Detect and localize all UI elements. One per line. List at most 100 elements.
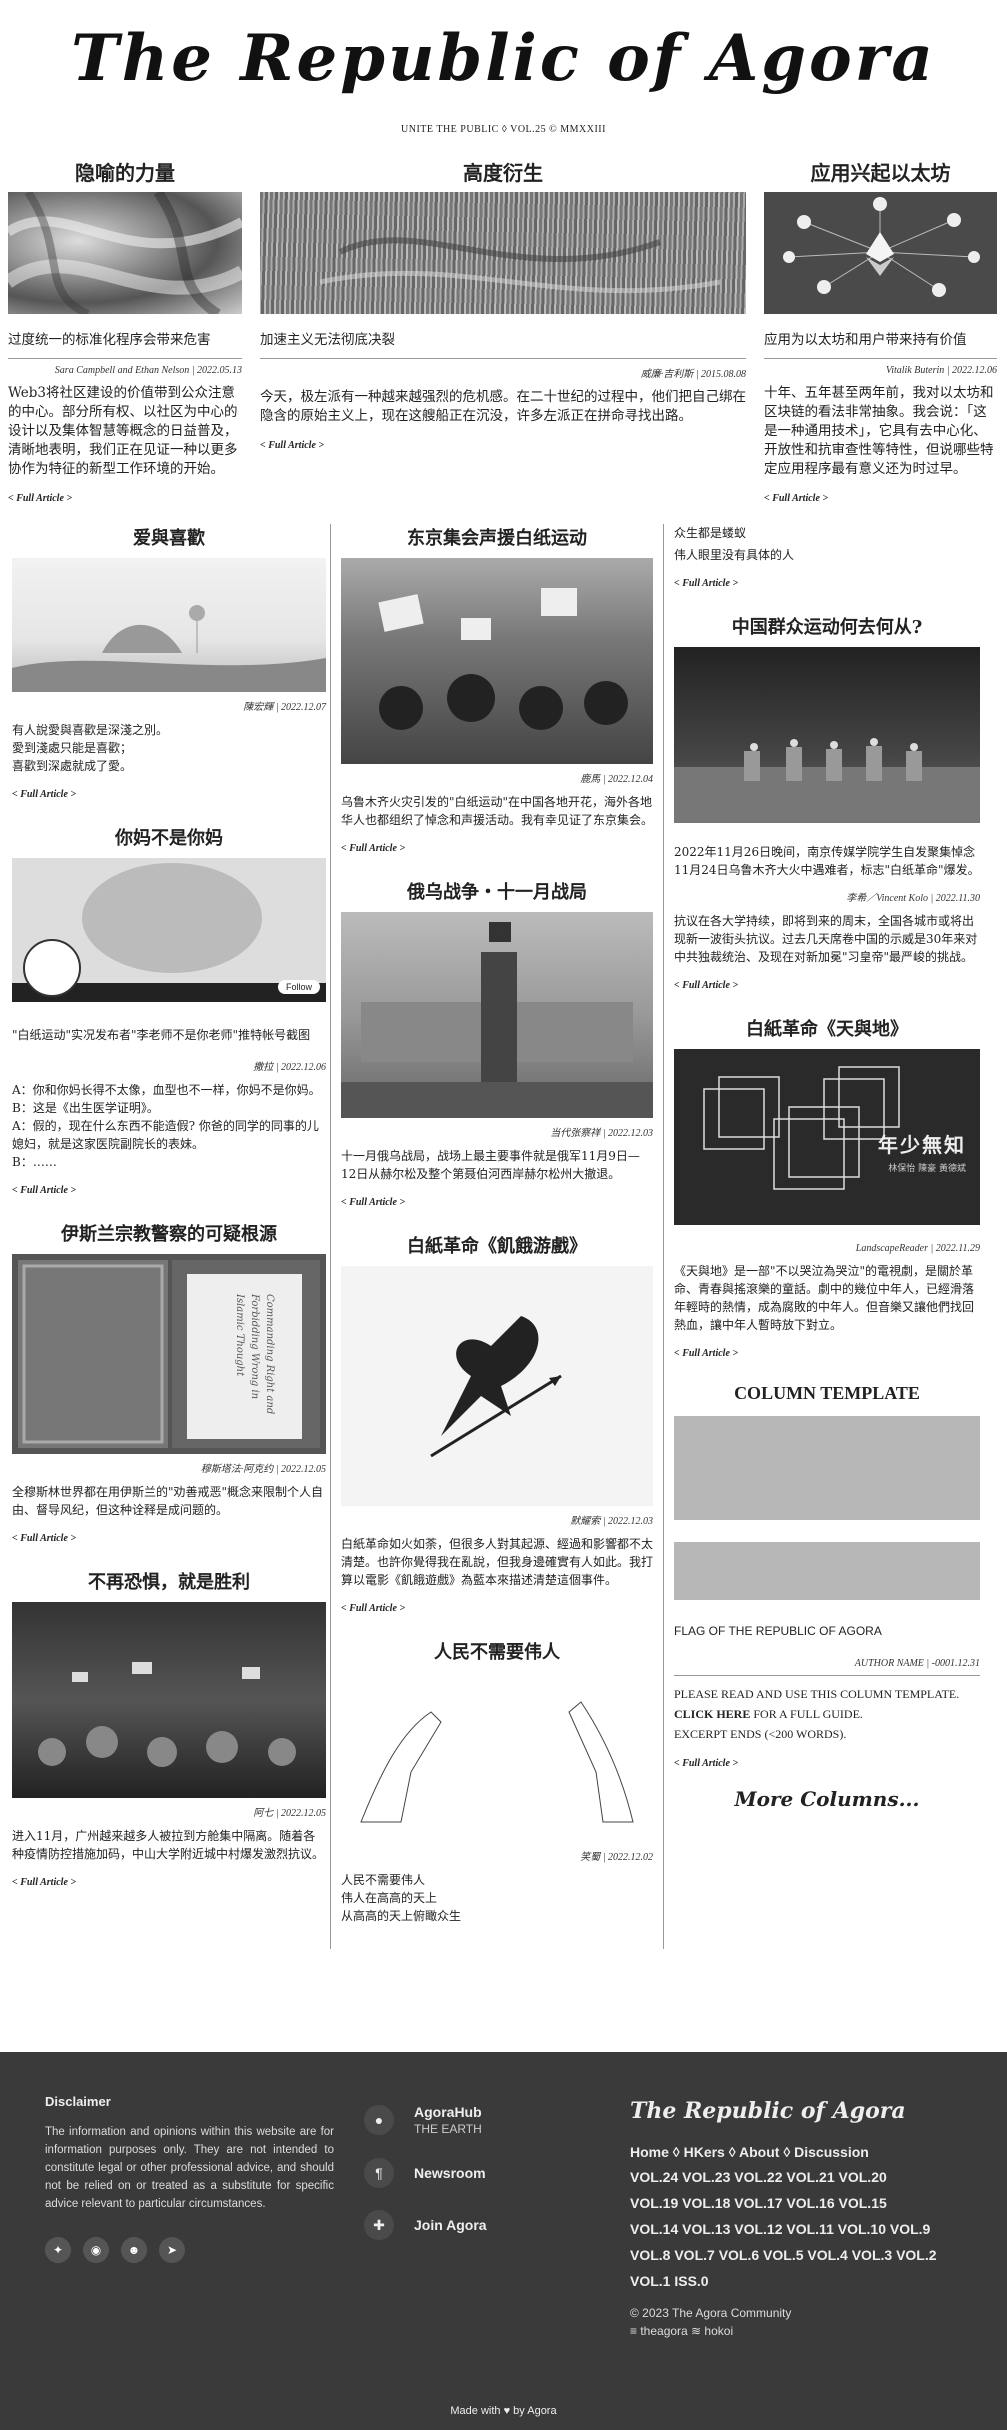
article-image[interactable]	[12, 1602, 326, 1798]
top-article-3: 应用兴起以太坊 应用为以太坊和用户带来持有价值 Vitalik Buterin …	[764, 157, 997, 504]
github-icon[interactable]: ◉	[83, 2237, 109, 2263]
article-heading[interactable]: 不再恐惧，就是胜利	[12, 1568, 326, 1594]
twitter-icon[interactable]: ✦	[45, 2237, 71, 2263]
article-image[interactable]: Follow	[12, 858, 326, 1002]
article-heading[interactable]: 俄乌战争・十一月战局	[341, 878, 653, 904]
full-article-link[interactable]: < Full Article >	[341, 1197, 653, 1208]
article-image[interactable]	[12, 558, 326, 692]
full-article-link[interactable]: < Full Article >	[674, 578, 980, 589]
masthead: The Republic of Agora UNITE THE PUBLIC ◊…	[0, 0, 1007, 135]
follow-button[interactable]: Follow	[277, 980, 320, 994]
book-cover-image	[18, 1260, 320, 1448]
text-line: 伟人眼里没有具体的人	[674, 548, 795, 562]
article-heading[interactable]: 你妈不是你妈	[12, 824, 326, 850]
full-article-link[interactable]: < Full Article >	[12, 789, 326, 800]
article-heading[interactable]: 高度衍生	[260, 157, 746, 186]
article-summary: 加速主义无法彻底决裂	[260, 328, 746, 359]
kherson-image	[341, 922, 653, 1118]
article-body: 十年、五年甚至两年前，我对以太坊和区块链的看法非常抽象。我会说：「这是一种通用技…	[764, 385, 994, 477]
article-mother: 你妈不是你妈 Follow "白纸运动"实况发布者"李老师不是你老师"推特帐号截…	[12, 824, 326, 1196]
full-article-link[interactable]: < Full Article >	[341, 843, 653, 854]
article-image[interactable]	[260, 192, 746, 314]
article-heading[interactable]: 白紙革命《飢餓游戲》	[341, 1232, 653, 1258]
byline: 当代张察祥 | 2022.12.03	[550, 1128, 653, 1139]
text-line: 伟人在高高的天上	[341, 1891, 438, 1905]
article-heading[interactable]: 隐喻的力量	[8, 157, 242, 186]
article-heading[interactable]: COLUMN TEMPLATE	[674, 1383, 980, 1404]
article-heading[interactable]: 人民不需要伟人	[341, 1638, 653, 1664]
guide-link[interactable]: CLICK HERE	[674, 1707, 750, 1721]
article-image[interactable]	[8, 192, 242, 314]
ethereum-network-image	[783, 197, 980, 297]
full-article-link[interactable]: < Full Article >	[764, 493, 997, 504]
article-heading[interactable]: 伊斯兰宗教警察的可疑根源	[12, 1220, 326, 1246]
byline: 威廉·吉利斯 | 2015.08.08	[640, 369, 746, 380]
byline: 李希／Vincent Kolo | 2022.11.30	[846, 893, 980, 904]
article-image[interactable]	[341, 558, 653, 764]
article-love: 爱與喜歡 陳宏輝 | 2022.12.07 有人說愛與喜歡是深淺之別。 愛到淺處…	[12, 524, 326, 800]
byline: 笑蜀 | 2022.12.02	[580, 1852, 653, 1863]
article-heaven-earth: 白紙革命《天與地》 年少無知 林保怡 陳豪 黃德斌 LandscapeReade…	[674, 1015, 980, 1359]
full-article-link[interactable]: < Full Article >	[674, 1758, 980, 1769]
article-body: 今天，极左派有一种越来越强烈的危机感。在二十世纪的过程中，他们把自己绑在隐含的原…	[260, 389, 746, 424]
top-row: 隐喻的力量 过度统一的标准化程序会带来危害 Sara Campbell and …	[0, 157, 1007, 504]
site-title[interactable]: The Republic of Agora	[0, 14, 1007, 104]
volume-row[interactable]: VOL.19 VOL.18 VOL.17 VOL.16 VOL.15	[630, 2190, 970, 2216]
full-article-link[interactable]: < Full Article >	[674, 980, 980, 991]
full-article-link[interactable]: < Full Article >	[12, 1185, 326, 1196]
protest-night-image	[38, 1662, 296, 1767]
agorahub-link[interactable]: ● AgoraHub THE EARTH	[364, 2104, 487, 2136]
article-heading[interactable]: 中国群众运动何去何从?	[674, 613, 980, 639]
telegram-icon[interactable]: ➤	[159, 2237, 185, 2263]
article-image[interactable]	[764, 192, 997, 314]
article-heading[interactable]: 爱與喜歡	[12, 524, 326, 550]
footer-brand[interactable]: The Republic of Agora	[630, 2098, 970, 2124]
handles: ≡ theagora ≋ hokoi	[630, 2324, 734, 2338]
article-body: 十一月俄乌战局，战场上最主要事件就是俄军11月9日—12日从赫尔松及整个第聂伯河…	[341, 1149, 640, 1181]
article-summary: FLAG OF THE REPUBLIC OF AGORA	[674, 1624, 882, 1638]
article-heading[interactable]: 应用兴起以太坊	[764, 157, 997, 186]
text-line: EXCERPT ENDS (<200 WORDS).	[674, 1727, 847, 1741]
social-icons: ✦ ◉ ☻ ➤	[45, 2237, 334, 2263]
volume-row[interactable]: VOL.24 VOL.23 VOL.22 VOL.21 VOL.20	[630, 2164, 970, 2190]
poster-title: 年少無知	[878, 1133, 966, 1157]
article-heading[interactable]: 白紙革命《天與地》	[674, 1015, 980, 1041]
link-title: AgoraHub	[414, 2104, 482, 2120]
column-template: COLUMN TEMPLATE FLAG OF THE REPUBLIC OF …	[674, 1383, 980, 1811]
article-image[interactable]: Commanding Right and Forbidding Wrong in…	[12, 1254, 326, 1454]
hands-drawing-image	[360, 1701, 634, 1823]
volume-row[interactable]: VOL.8 VOL.7 VOL.6 VOL.5 VOL.4 VOL.3 VOL.…	[630, 2242, 970, 2268]
join-agora-link[interactable]: ✚ Join Agora	[364, 2210, 487, 2240]
article-image[interactable]	[341, 912, 653, 1118]
footer-main-nav[interactable]: Home ◊ HKers ◊ About ◊ Discussion	[630, 2144, 970, 2160]
article-body: 众生都是蝼蚁 伟人眼里没有具体的人	[674, 524, 980, 564]
article-body: PLEASE READ AND USE THIS COLUMN TEMPLATE…	[674, 1675, 980, 1744]
more-columns-link[interactable]: More Columns...	[674, 1787, 980, 1811]
full-article-link[interactable]: < Full Article >	[260, 440, 746, 451]
newsroom-link[interactable]: ¶ Newsroom	[364, 2158, 487, 2188]
article-heading[interactable]: 东京集会声援白纸运动	[341, 524, 653, 550]
wood-carving-image	[319, 237, 721, 294]
vigil-image	[674, 738, 980, 823]
column-middle: 东京集会声援白纸运动 鹿馬 | 2022.12.04 乌鲁木齐火灾引发的"白纸运…	[330, 524, 664, 1949]
full-article-link[interactable]: < Full Article >	[12, 1533, 326, 1544]
volume-row[interactable]: VOL.14 VOL.13 VOL.12 VOL.11 VOL.10 VOL.9	[630, 2216, 970, 2242]
article-image[interactable]	[341, 1266, 653, 1506]
volume-row[interactable]: VOL.1 ISS.0	[630, 2268, 970, 2294]
full-article-link[interactable]: < Full Article >	[341, 1603, 653, 1614]
article-summary: 应用为以太坊和用户带来持有价值	[764, 328, 997, 359]
byline: 穆斯塔法·阿克约 | 2022.12.05	[200, 1464, 326, 1475]
mockingjay-image	[430, 1316, 562, 1458]
text-line: CLICK HERE FOR A FULL GUIDE.	[674, 1704, 980, 1724]
full-article-link[interactable]: < Full Article >	[674, 1348, 980, 1359]
full-article-link[interactable]: < Full Article >	[8, 493, 242, 504]
article-hunger-games: 白紙革命《飢餓游戲》 默耀索 | 2022.12.03 白紙革命如火如荼，但很多…	[341, 1232, 653, 1614]
rally-image	[378, 588, 628, 730]
full-article-link[interactable]: < Full Article >	[12, 1877, 326, 1888]
link-title: Newsroom	[414, 2165, 486, 2181]
article-image[interactable]: 年少無知 林保怡 陳豪 黃德斌	[674, 1049, 980, 1225]
reddit-icon[interactable]: ☻	[121, 2237, 147, 2263]
article-body: Web3将社区建设的价值带到公众注意的中心。部分所有权、以社区为中心的设计以及集…	[8, 385, 238, 477]
article-image[interactable]	[674, 647, 980, 823]
article-image[interactable]	[341, 1672, 653, 1842]
